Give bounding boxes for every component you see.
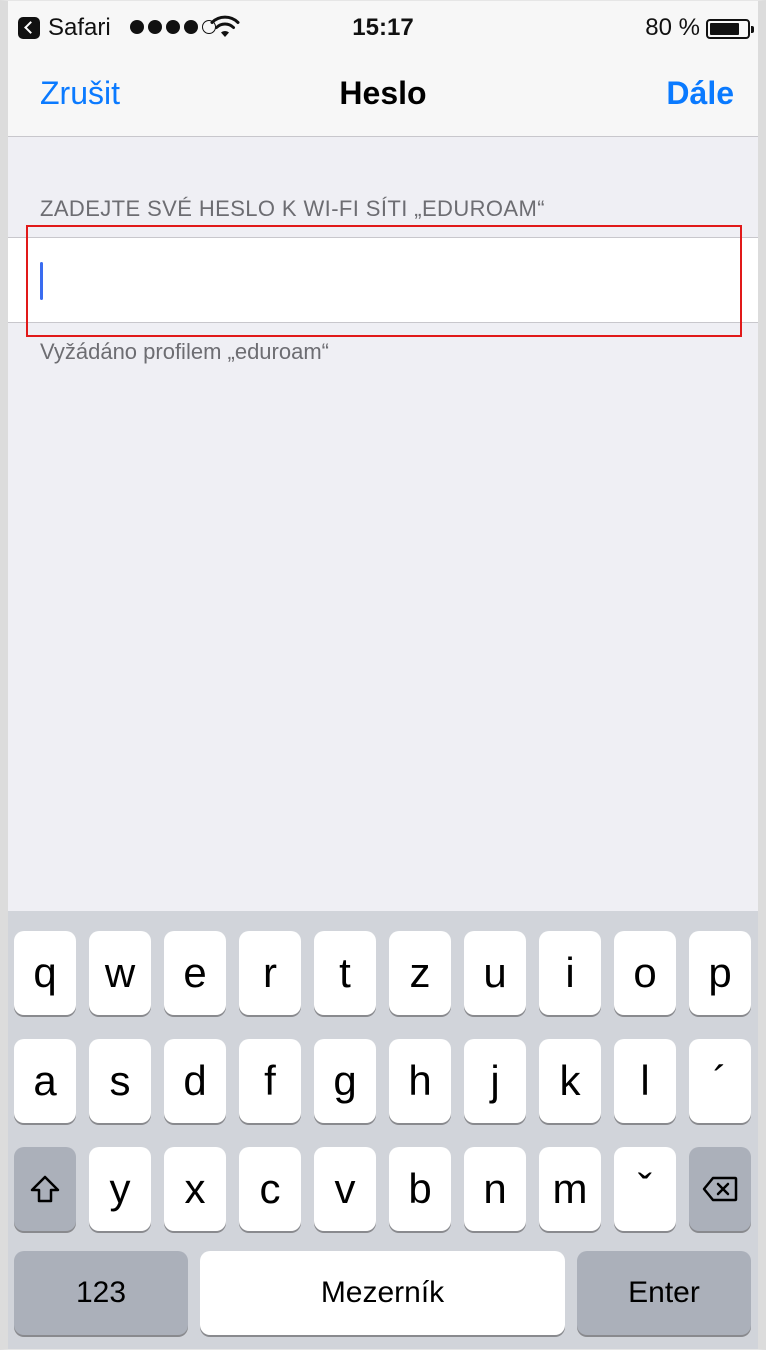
- backspace-key[interactable]: [689, 1147, 751, 1231]
- key-b[interactable]: b: [389, 1147, 451, 1231]
- space-key[interactable]: Mezerník: [200, 1251, 565, 1335]
- key-acute[interactable]: ´: [689, 1039, 751, 1123]
- key-p[interactable]: p: [689, 931, 751, 1015]
- key-w[interactable]: w: [89, 931, 151, 1015]
- screen: Safari 15:17 80 % Zrušit Heslo Dále ZADE…: [0, 0, 766, 1350]
- battery-icon: [706, 19, 754, 39]
- key-h[interactable]: h: [389, 1039, 451, 1123]
- page-title: Heslo: [339, 75, 427, 111]
- key-c[interactable]: c: [239, 1147, 301, 1231]
- key-m[interactable]: m: [539, 1147, 601, 1231]
- key-i[interactable]: i: [539, 931, 601, 1015]
- key-l[interactable]: l: [614, 1039, 676, 1123]
- key-j[interactable]: j: [464, 1039, 526, 1123]
- shift-icon: [30, 1175, 60, 1203]
- key-q[interactable]: q: [14, 931, 76, 1015]
- top-bar: Safari 15:17 80 % Zrušit Heslo Dále: [8, 1, 758, 137]
- profile-note: Vyžádáno profilem „eduroam“: [40, 339, 329, 364]
- battery-fill: [710, 23, 739, 35]
- key-g[interactable]: g: [314, 1039, 376, 1123]
- key-caron[interactable]: ˇ: [614, 1147, 676, 1231]
- password-section-header: ZADEJTE SVÉ HESLO K WI-FI SÍTI „EDUROAM“: [40, 196, 545, 221]
- enter-key[interactable]: Enter: [577, 1251, 751, 1335]
- key-f[interactable]: f: [239, 1039, 301, 1123]
- status-bar: Safari 15:17 80 %: [8, 1, 758, 57]
- backspace-icon: [702, 1176, 738, 1202]
- navigation-bar: Zrušit Heslo Dále: [8, 57, 758, 137]
- key-n[interactable]: n: [464, 1147, 526, 1231]
- key-y[interactable]: y: [89, 1147, 151, 1231]
- key-s[interactable]: s: [89, 1039, 151, 1123]
- key-o[interactable]: o: [614, 931, 676, 1015]
- key-d[interactable]: d: [164, 1039, 226, 1123]
- key-a[interactable]: a: [14, 1039, 76, 1123]
- key-z[interactable]: z: [389, 931, 451, 1015]
- key-v[interactable]: v: [314, 1147, 376, 1231]
- shift-key[interactable]: [14, 1147, 76, 1231]
- key-t[interactable]: t: [314, 931, 376, 1015]
- password-cell[interactable]: [8, 237, 758, 323]
- password-input[interactable]: [40, 246, 730, 316]
- key-e[interactable]: e: [164, 931, 226, 1015]
- battery-percent: 80 %: [645, 14, 700, 41]
- key-k[interactable]: k: [539, 1039, 601, 1123]
- keyboard: q w e r t z u i o p a s d f g h j k l ´ …: [8, 911, 758, 1349]
- key-u[interactable]: u: [464, 931, 526, 1015]
- key-x[interactable]: x: [164, 1147, 226, 1231]
- key-r[interactable]: r: [239, 931, 301, 1015]
- text-caret: [40, 262, 43, 300]
- numbers-key[interactable]: 123: [14, 1251, 188, 1335]
- next-button[interactable]: Dále: [666, 75, 734, 112]
